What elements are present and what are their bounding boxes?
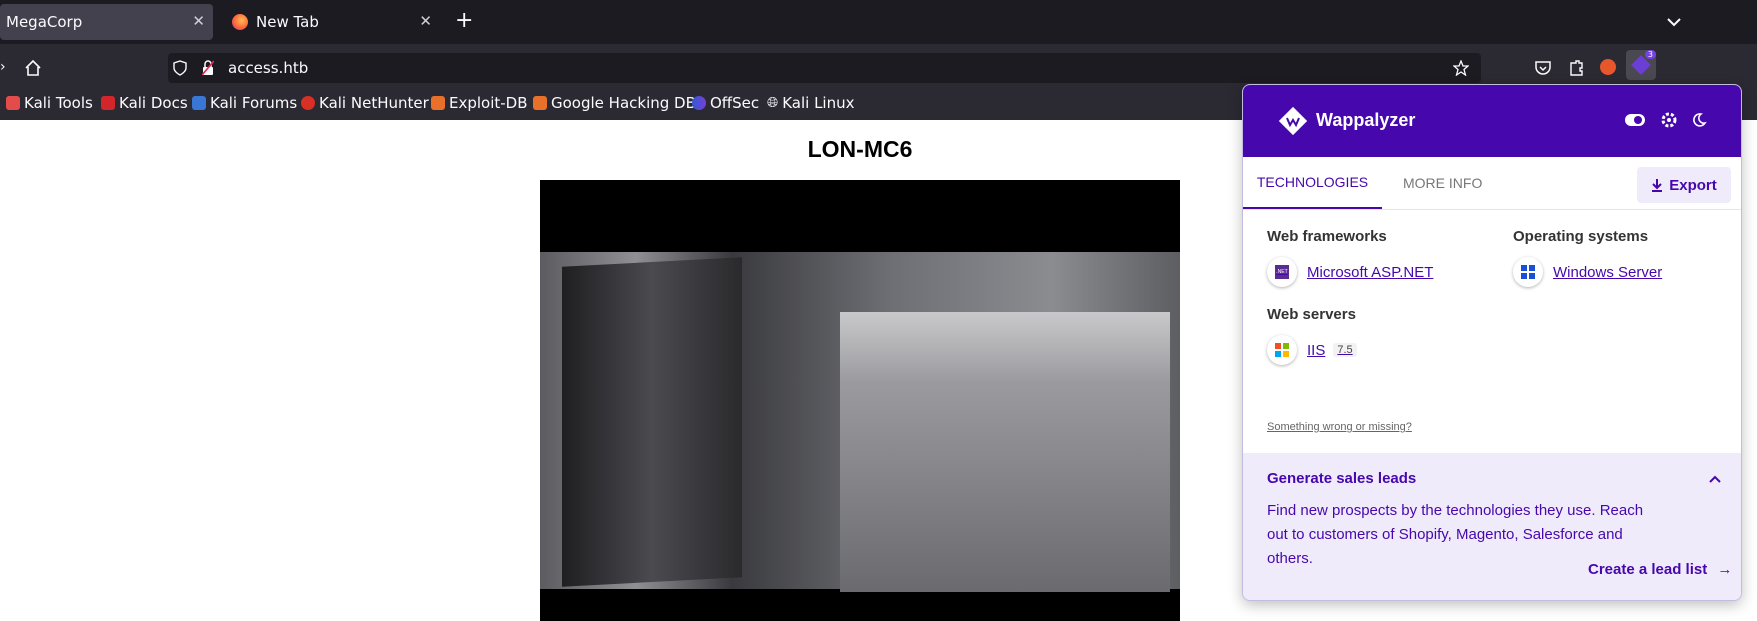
moon-icon[interactable]: [1691, 112, 1707, 128]
camera-image: [540, 252, 1180, 592]
bookmark-label: Google Hacking DB: [551, 94, 696, 112]
category-operating-systems: Operating systems: [1513, 228, 1649, 245]
server-rack: [840, 312, 1170, 592]
extensions-icon[interactable]: [1567, 59, 1585, 77]
wappalyzer-extension-button[interactable]: 3: [1626, 50, 1656, 80]
dotnet-icon: .NET: [1267, 257, 1297, 287]
pocket-icon[interactable]: [1534, 59, 1552, 77]
gear-icon[interactable]: [1661, 112, 1677, 128]
tech-iis[interactable]: IIS 7.5: [1267, 335, 1357, 365]
close-icon[interactable]: ✕: [419, 12, 432, 30]
extension-badge: 3: [1644, 50, 1656, 59]
wappalyzer-brand: Wappalyzer: [1316, 110, 1416, 130]
bookmark-kali-forums[interactable]: Kali Forums: [192, 94, 297, 112]
star-bookmark-icon[interactable]: [1453, 60, 1469, 76]
kali-docs-icon: [101, 96, 115, 110]
windows-icon: [1513, 257, 1543, 287]
tab-more-info[interactable]: MORE INFO: [1403, 157, 1482, 209]
divider: [1243, 209, 1741, 210]
bookmark-label: Kali Tools: [24, 94, 93, 112]
ghdb-icon: [533, 96, 547, 110]
bookmark-kali-linux[interactable]: 🌐︎ Kali Linux: [767, 94, 855, 112]
bookmark-label: Kali Docs: [119, 94, 188, 112]
wappalyzer-logo-icon: [1277, 105, 1309, 137]
new-tab-button[interactable]: +: [455, 10, 473, 32]
camera-feed-video[interactable]: [540, 180, 1180, 621]
tab-technologies[interactable]: TECHNOLOGIES: [1243, 157, 1382, 209]
microsoft-icon: [1267, 335, 1297, 365]
exploit-db-icon: [431, 96, 445, 110]
bookmark-exploit-db[interactable]: Exploit-DB: [431, 94, 528, 112]
category-web-servers: Web servers: [1267, 306, 1356, 323]
tab-new-tab[interactable]: New Tab ✕: [228, 4, 440, 40]
category-web-frameworks: Web frameworks: [1267, 228, 1387, 245]
tech-name: Microsoft ASP.NET: [1307, 263, 1434, 281]
fox-extension-icon[interactable]: [1600, 59, 1616, 75]
bookmark-label: Kali NetHunter: [319, 94, 429, 112]
bookmark-kali-tools[interactable]: Kali Tools: [6, 94, 93, 112]
bookmark-google-hacking-db[interactable]: Google Hacking DB: [533, 94, 696, 112]
export-button[interactable]: Export: [1637, 167, 1731, 203]
tab-megacorp[interactable]: MegaCorp ✕: [0, 4, 213, 40]
arrow-right-icon: →: [1717, 561, 1733, 578]
kali-nethunter-icon: [301, 96, 315, 110]
tech-windows-server[interactable]: Windows Server: [1513, 257, 1662, 287]
globe-icon: 🌐︎: [767, 95, 779, 111]
bookmark-kali-docs[interactable]: Kali Docs: [101, 94, 188, 112]
tech-version: 7.5: [1333, 343, 1357, 357]
kali-tools-icon: [6, 96, 20, 110]
tech-microsoft-aspnet[interactable]: .NET Microsoft ASP.NET: [1267, 257, 1433, 287]
wappalyzer-popup: Wappalyzer TECHNOLOGIES MORE INFO Export…: [1242, 84, 1742, 601]
firefox-icon: [232, 14, 248, 30]
export-label: Export: [1669, 176, 1717, 194]
forward-icon[interactable]: ›: [0, 59, 6, 75]
feedback-link[interactable]: Something wrong or missing?: [1267, 421, 1412, 433]
bookmark-label: Kali Linux: [782, 94, 855, 112]
url-bar[interactable]: [168, 53, 1481, 83]
toggle-icon[interactable]: [1624, 113, 1646, 127]
bookmark-label: Exploit-DB: [449, 94, 528, 112]
lock-insecure-icon: [202, 60, 214, 76]
sales-leads-panel: Generate sales leads Find new prospects …: [1243, 453, 1741, 600]
kali-forums-icon: [192, 96, 206, 110]
link-label: Create a lead list: [1588, 561, 1708, 578]
offsec-icon: [692, 96, 706, 110]
server-rack: [562, 257, 742, 587]
home-icon[interactable]: [24, 59, 42, 77]
bookmark-kali-nethunter[interactable]: Kali NetHunter: [301, 94, 429, 112]
create-lead-list-link[interactable]: Create a lead list →: [1588, 561, 1732, 578]
tech-name: Windows Server: [1553, 263, 1663, 281]
bookmark-label: Kali Forums: [210, 94, 298, 112]
tech-name: IIS: [1307, 341, 1326, 359]
wappalyzer-header: Wappalyzer: [1243, 85, 1741, 157]
url-text[interactable]: access.htb: [228, 59, 308, 77]
tab-title: New Tab: [256, 13, 319, 31]
tab-strip: MegaCorp ✕ New Tab ✕ +: [0, 0, 1757, 44]
close-icon[interactable]: ✕: [192, 12, 205, 30]
chevron-up-icon[interactable]: [1709, 475, 1721, 483]
shield-icon: [173, 60, 187, 76]
list-all-tabs-button[interactable]: [1667, 12, 1681, 31]
bookmark-label: OffSec: [710, 94, 760, 112]
bookmark-offsec[interactable]: OffSec: [692, 94, 759, 112]
download-icon: [1652, 179, 1663, 192]
chevron-down-icon: [1667, 18, 1681, 27]
leads-title[interactable]: Generate sales leads: [1267, 470, 1416, 487]
tab-title: MegaCorp: [6, 13, 83, 31]
